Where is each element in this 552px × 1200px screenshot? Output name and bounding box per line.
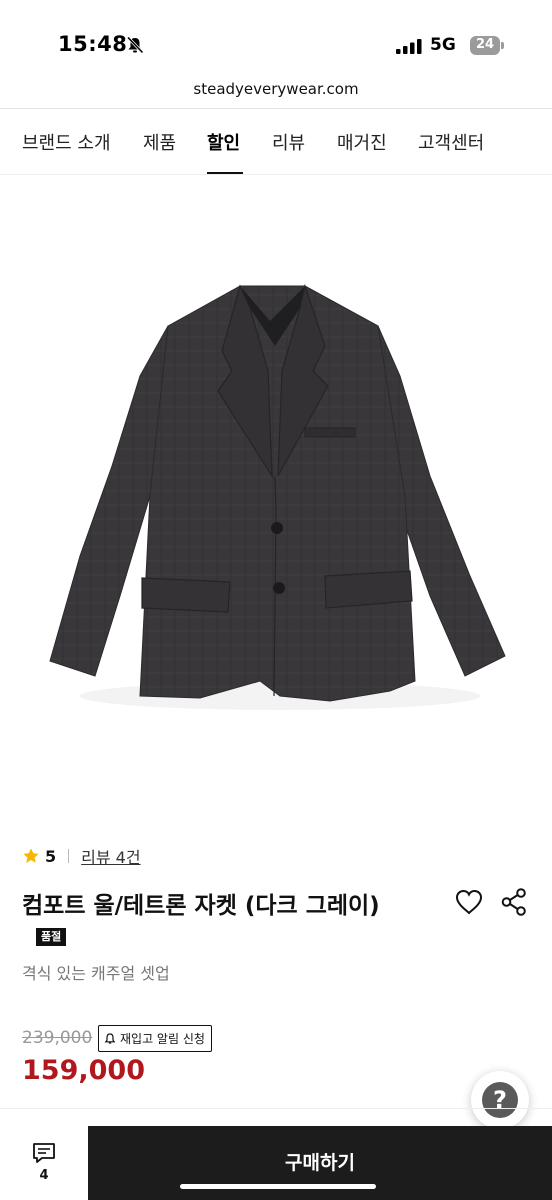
rating-value: 5 <box>45 846 57 866</box>
jacket-illustration <box>49 283 506 710</box>
comment-icon <box>33 1143 55 1163</box>
comment-count: 4 <box>39 1168 49 1183</box>
status-bar: 15:48 5G 24 <box>0 0 552 74</box>
product-subtitle: 격식 있는 캐주얼 셋업 <box>22 964 170 983</box>
review-count-link[interactable]: 리뷰 4건 <box>81 844 140 868</box>
star-icon <box>23 848 39 863</box>
nav-item-brand[interactable]: 브랜드 소개 <box>22 129 111 155</box>
signal-icon <box>396 39 422 54</box>
product-image[interactable] <box>0 176 552 812</box>
help-icon: ? <box>482 1082 518 1118</box>
battery-level: 24 <box>475 37 495 52</box>
battery-indicator: 24 <box>470 36 504 55</box>
heart-icon[interactable] <box>454 888 484 916</box>
bell-icon <box>104 1032 116 1044</box>
restock-alert-label: 재입고 알림 신청 <box>120 1032 205 1046</box>
nav-item-sale[interactable]: 할인 <box>207 129 240 155</box>
home-indicator <box>180 1184 376 1189</box>
nav-item-products[interactable]: 제품 <box>143 129 176 155</box>
sale-price: 159,000 <box>22 1055 145 1086</box>
help-button[interactable]: ? <box>471 1071 529 1129</box>
original-price: 239,000 <box>22 1028 93 1048</box>
status-time: 15:48 <box>58 32 128 56</box>
product-title: 컴포트 울/테트론 자켓 (다크 그레이) <box>22 893 380 919</box>
restock-alert-button[interactable]: 재입고 알림 신청 <box>98 1025 212 1052</box>
divider <box>68 849 70 863</box>
nav-item-support[interactable]: 고객센터 <box>418 129 484 155</box>
share-icon[interactable] <box>501 888 527 916</box>
comment-button[interactable]: 4 <box>0 1126 88 1200</box>
address-bar[interactable]: steadyeverywear.com <box>0 74 552 108</box>
soldout-badge: 품절 <box>36 928 67 946</box>
active-tab-indicator <box>207 172 243 174</box>
category-nav: 브랜드 소개 제품 할인 리뷰 매거진 고객센터 <box>0 109 552 175</box>
rating-row: 5 리뷰 4건 <box>22 845 141 867</box>
nav-item-reviews[interactable]: 리뷰 <box>272 129 305 155</box>
divider <box>0 1108 552 1109</box>
network-label: 5G <box>430 35 456 55</box>
nav-item-magazine[interactable]: 매거진 <box>337 129 387 155</box>
mute-icon <box>126 36 144 54</box>
